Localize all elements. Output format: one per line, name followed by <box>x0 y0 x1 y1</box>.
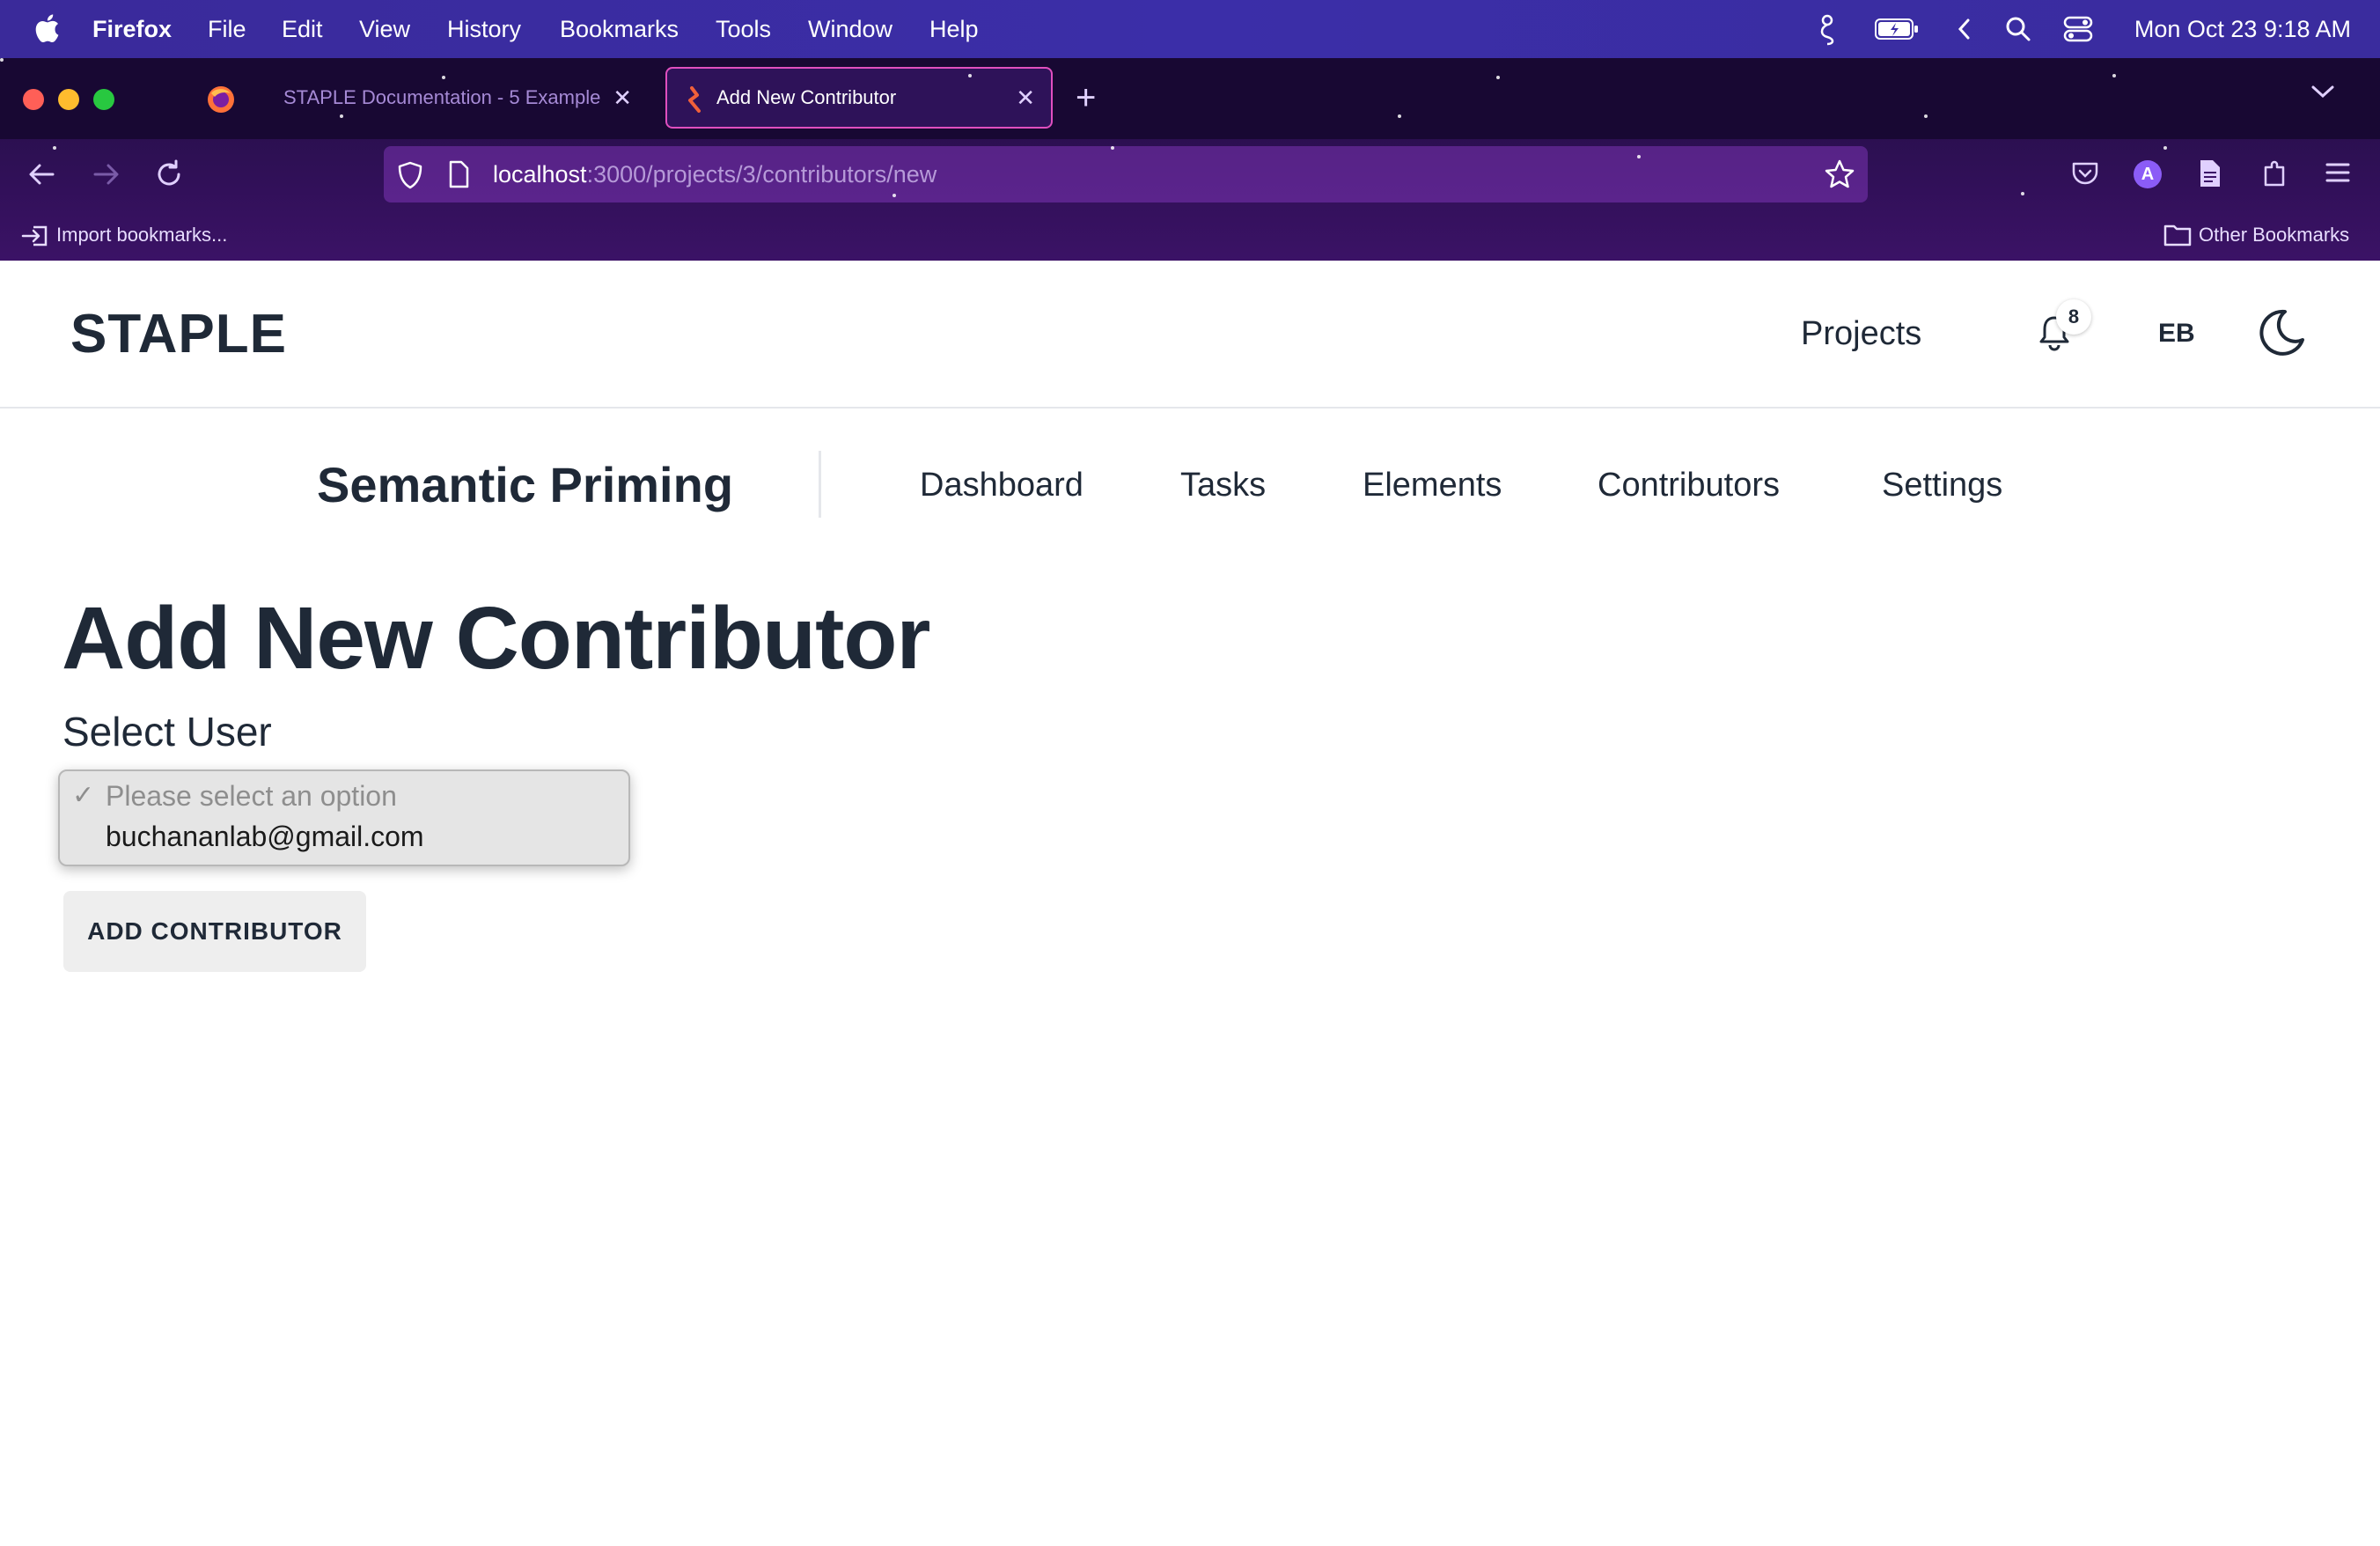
forward-arrow-icon[interactable] <box>90 158 121 190</box>
menu-history[interactable]: History <box>447 0 521 58</box>
tab-staple-docs[interactable]: STAPLE Documentation - 5 Example ✕ <box>261 67 648 129</box>
theme-star <box>1924 114 1928 118</box>
tab-close-icon[interactable]: ✕ <box>1016 85 1035 112</box>
tab-close-icon[interactable]: ✕ <box>613 85 632 112</box>
close-window-button[interactable] <box>23 89 44 110</box>
list-all-tabs-icon[interactable] <box>2310 83 2336 100</box>
project-nav-divider <box>819 451 821 518</box>
reload-icon[interactable] <box>153 158 185 190</box>
account-avatar[interactable]: A <box>2134 160 2162 188</box>
theme-star <box>1496 76 1500 79</box>
url-host: localhost <box>493 160 587 188</box>
user-avatar[interactable]: EB <box>2158 319 2195 349</box>
macos-menubar: Firefox File Edit View History Bookmarks… <box>0 0 2380 58</box>
bookmarks-toolbar: Import bookmarks... Other Bookmarks <box>0 210 2380 261</box>
menu-window[interactable]: Window <box>808 0 892 58</box>
project-nav-tasks[interactable]: Tasks <box>1180 467 1266 504</box>
tab-strip: STAPLE Documentation - 5 Example ✕ Add N… <box>0 58 2380 139</box>
select-user-label: Select User <box>62 709 272 755</box>
theme-star <box>1637 155 1641 158</box>
menu-help[interactable]: Help <box>929 0 979 58</box>
theme-star <box>1398 114 1401 118</box>
navigation-toolbar: localhost:3000/projects/3/contributors/n… <box>0 139 2380 210</box>
url-text[interactable]: localhost:3000/projects/3/contributors/n… <box>493 161 937 188</box>
theme-star <box>2163 146 2167 150</box>
pocket-icon[interactable] <box>2070 158 2100 188</box>
url-path: :3000/projects/3/contributors/new <box>586 160 937 188</box>
control-center-icon[interactable] <box>2063 16 2093 42</box>
theme-star <box>2021 192 2024 195</box>
staple-logo[interactable]: STAPLE <box>70 303 287 365</box>
menu-edit[interactable]: Edit <box>282 0 323 58</box>
menu-view[interactable]: View <box>359 0 410 58</box>
extensions-puzzle-icon[interactable] <box>2260 158 2290 188</box>
project-nav-elements[interactable]: Elements <box>1363 467 1502 504</box>
project-nav-settings[interactable]: Settings <box>1882 467 2002 504</box>
menubar-clock[interactable]: Mon Oct 23 9:18 AM <box>2134 0 2351 58</box>
bookmark-star-icon[interactable] <box>1824 158 1855 190</box>
zoom-window-button[interactable] <box>93 89 114 110</box>
tab-add-contributor[interactable]: Add New Contributor ✕ <box>665 67 1053 129</box>
battery-icon[interactable] <box>1875 18 1919 40</box>
menu-tools[interactable]: Tools <box>716 0 771 58</box>
add-contributor-button[interactable]: ADD CONTRIBUTOR <box>63 891 366 972</box>
menu-bookmarks[interactable]: Bookmarks <box>560 0 679 58</box>
address-bar[interactable]: localhost:3000/projects/3/contributors/n… <box>384 146 1868 202</box>
spotlight-search-icon[interactable] <box>2005 16 2031 42</box>
page-info-icon[interactable] <box>447 160 470 188</box>
other-bookmarks-link[interactable]: Other Bookmarks <box>2199 224 2349 247</box>
menu-file[interactable]: File <box>208 0 246 58</box>
select-option-user[interactable]: buchananlab@gmail.com <box>106 821 424 853</box>
theme-star <box>892 194 896 197</box>
select-option-placeholder[interactable]: Please select an option <box>106 780 397 813</box>
theme-star <box>53 146 56 150</box>
import-bookmarks-link[interactable]: Import bookmarks... <box>56 224 227 247</box>
theme-star <box>340 114 343 118</box>
browser-chrome: STAPLE Documentation - 5 Example ✕ Add N… <box>0 58 2380 261</box>
project-title[interactable]: Semantic Priming <box>317 456 733 513</box>
hamburger-menu-icon[interactable] <box>2324 158 2352 187</box>
accessibility-status-icon[interactable] <box>1815 14 1840 46</box>
checkmark-icon: ✓ <box>72 781 95 810</box>
chevron-left-icon[interactable] <box>1956 18 1973 40</box>
dark-mode-moon-icon[interactable] <box>2255 306 2308 359</box>
new-tab-button[interactable]: + <box>1076 76 1096 120</box>
user-select-dropdown[interactable]: ✓ Please select an option buchananlab@gm… <box>58 769 630 866</box>
tab-title: STAPLE Documentation - 5 Example <box>283 86 601 108</box>
theme-star <box>968 74 972 77</box>
apple-icon[interactable] <box>33 12 60 44</box>
theme-star <box>0 58 4 62</box>
project-nav-dashboard[interactable]: Dashboard <box>920 467 1083 504</box>
staple-favicon-icon <box>688 86 701 113</box>
project-nav-contributors[interactable]: Contributors <box>1598 467 1780 504</box>
reader-view-icon[interactable] <box>2197 158 2223 188</box>
projects-link[interactable]: Projects <box>1801 315 1921 353</box>
import-icon <box>21 225 48 247</box>
theme-star <box>2112 74 2116 77</box>
tab-title: Add New Contributor <box>716 86 897 108</box>
tracking-protection-shield-icon[interactable] <box>396 160 424 190</box>
minimize-window-button[interactable] <box>58 89 79 110</box>
page-title: Add New Contributor <box>62 589 930 688</box>
notification-count-badge: 8 <box>2056 299 2091 335</box>
menu-app-name[interactable]: Firefox <box>92 0 172 58</box>
folder-icon <box>2163 225 2192 247</box>
theme-star <box>442 76 445 79</box>
site-header: STAPLE Projects 8 EB <box>0 261 2380 409</box>
firefox-view-icon[interactable] <box>206 85 236 114</box>
theme-star <box>1111 146 1114 150</box>
back-arrow-icon[interactable] <box>26 158 58 190</box>
